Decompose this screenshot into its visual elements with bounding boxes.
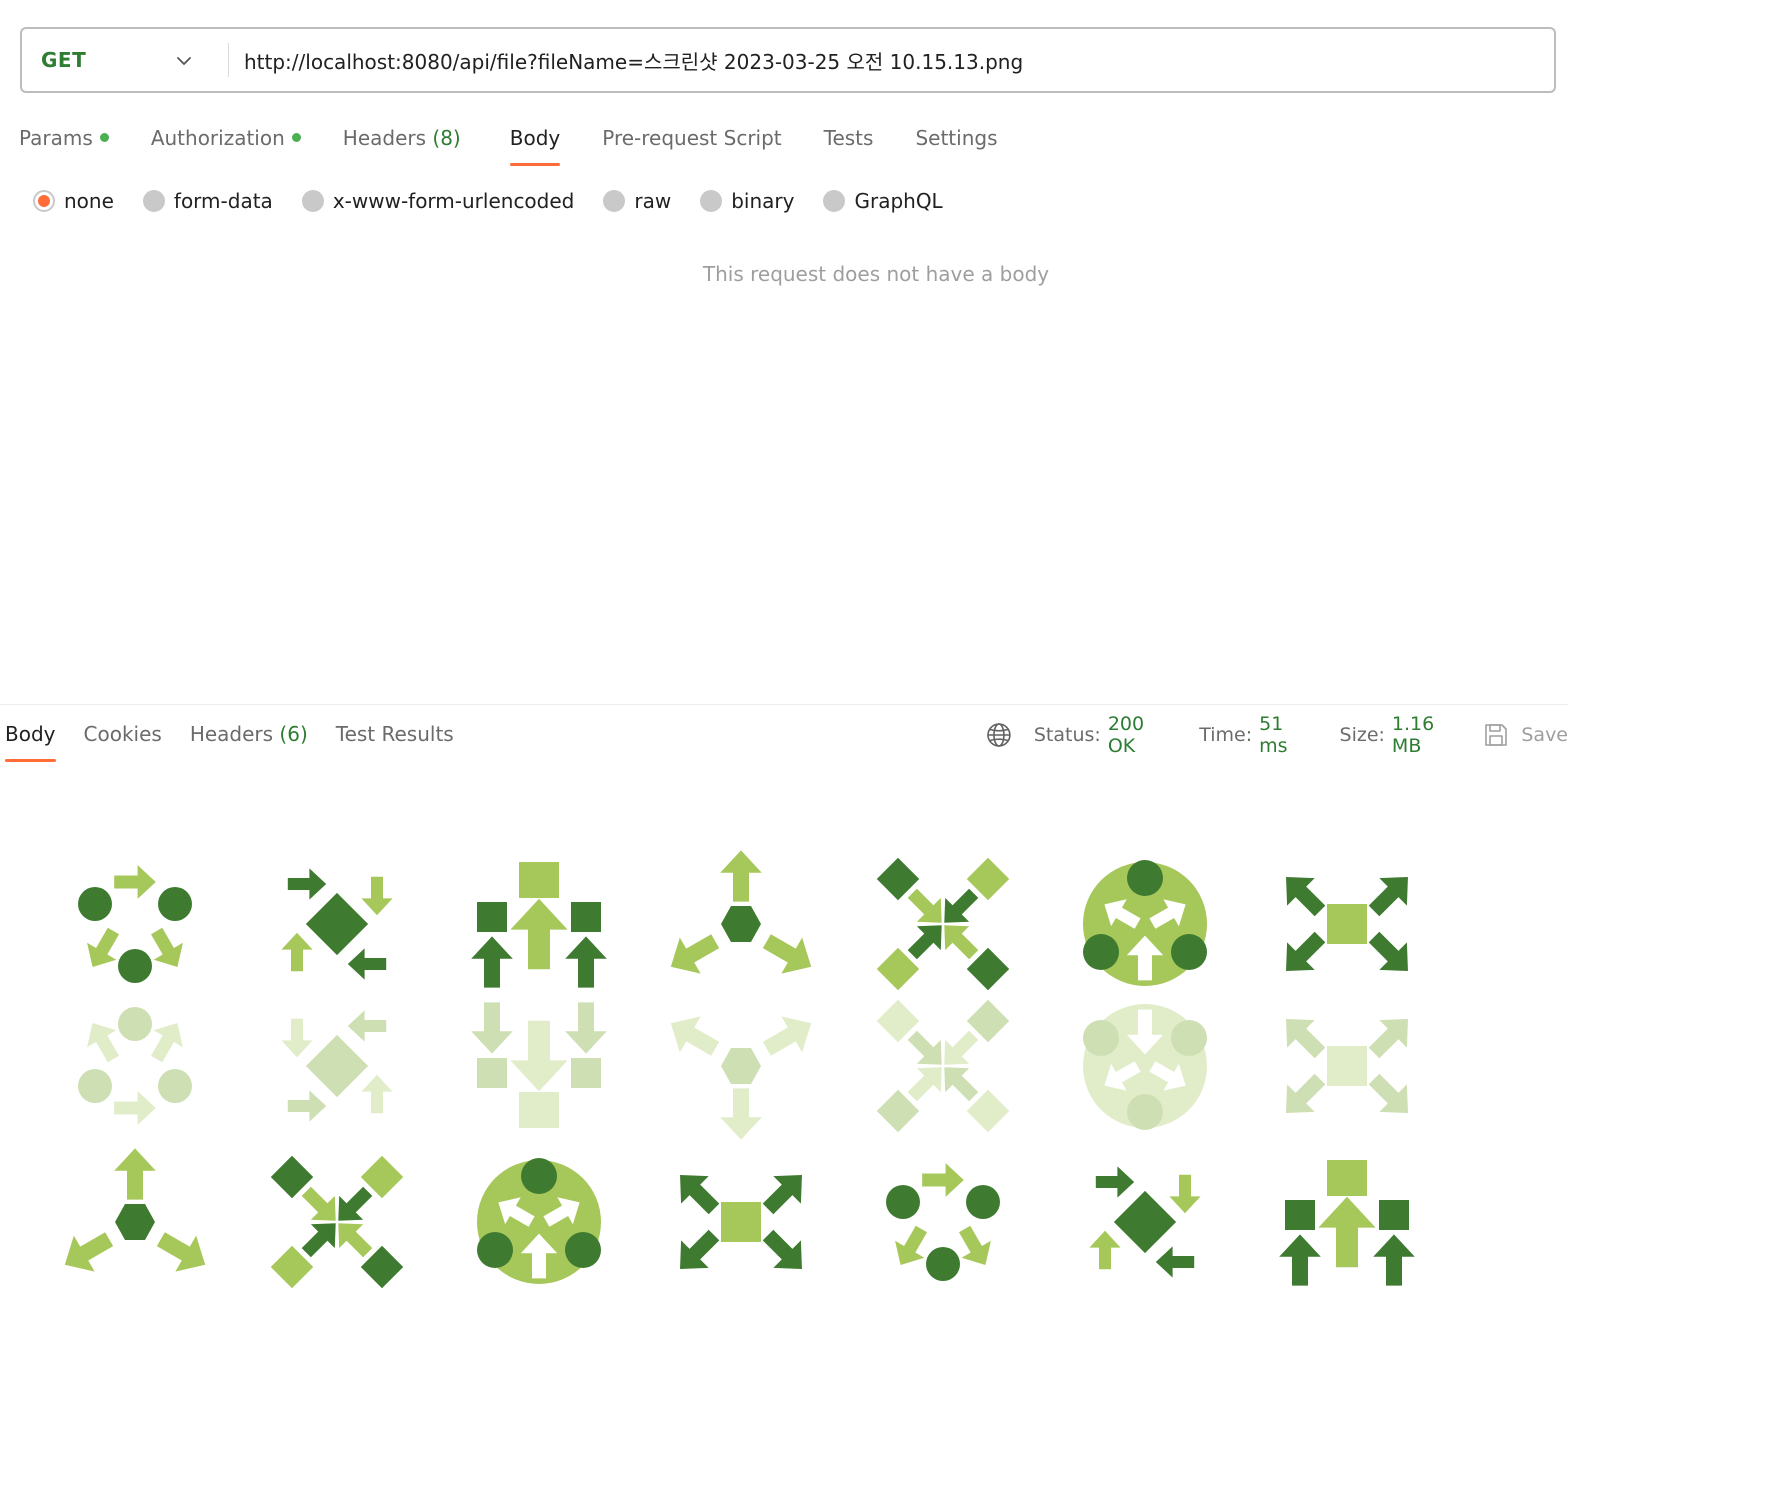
tab-label: Tests: [823, 126, 874, 150]
time-value: 51 ms: [1259, 713, 1288, 757]
corner-arrows-icon: [1286, 877, 1408, 971]
corner-arrows-icon: [1286, 1019, 1408, 1113]
cycle-arrows-icon: [78, 1007, 192, 1125]
response-tab-headers[interactable]: Headers (6): [190, 718, 308, 762]
response-tab-test-results[interactable]: Test Results: [336, 718, 454, 762]
cycle-arrows-icon: [64, 1148, 206, 1272]
split-arrows-icon: [680, 1175, 802, 1269]
exchange-arrows-icon: [281, 1010, 393, 1122]
circle-arrows-icon: [1083, 1004, 1207, 1130]
response-tab-cookies[interactable]: Cookies: [84, 718, 162, 762]
globe-icon[interactable]: [986, 722, 1012, 748]
distribute-arrows-icon: [477, 1158, 601, 1284]
empty-body-message: This request does not have a body: [702, 262, 1050, 286]
radio-binary[interactable]: binary: [700, 189, 794, 213]
radio-label: GraphQL: [854, 189, 943, 213]
tab-label: Headers: [189, 722, 274, 746]
exchange-arrows-icon: [270, 1155, 404, 1289]
tab-authorization[interactable]: Authorization: [151, 122, 301, 166]
save-icon: [1485, 724, 1508, 746]
converge-arrows-icon: [876, 999, 1010, 1133]
request-url-bar: GET: [20, 27, 1556, 93]
size-label: Size:: [1339, 724, 1385, 746]
radio-label: x-www-form-urlencoded: [332, 189, 575, 213]
radio-circle: [700, 190, 723, 212]
tab-label: Params: [19, 126, 93, 150]
body-type-radio-group: none form-data x-www-form-urlencoded raw…: [33, 184, 972, 218]
save-response-button[interactable]: Save: [1483, 722, 1568, 748]
tab-label: Body: [5, 722, 56, 746]
converge-arrows-icon: [876, 857, 1010, 991]
radio-circle: [301, 190, 324, 212]
response-tabs: Body Cookies Headers (6) Test Results: [5, 718, 454, 762]
size-value: 1.16 MB: [1391, 713, 1435, 757]
radio-label: binary: [731, 189, 795, 213]
response-image-preview: [22, 776, 1502, 1302]
params-indicator-dot: [99, 133, 109, 142]
tab-label: Pre-request Script: [602, 126, 782, 150]
radio-label: none: [64, 189, 114, 213]
circle-arrows-icon: [1089, 1166, 1201, 1278]
response-tab-body[interactable]: Body: [5, 718, 56, 762]
split-arrows-icon: [670, 1016, 812, 1140]
save-label: Save: [1521, 724, 1568, 746]
tab-label: Headers: [342, 126, 427, 150]
time-label: Time:: [1199, 724, 1253, 746]
tab-label: Cookies: [83, 722, 162, 746]
tab-headers[interactable]: Headers (8): [343, 122, 461, 166]
radio-form-data[interactable]: form-data: [142, 189, 273, 213]
radio-raw[interactable]: raw: [603, 189, 671, 213]
response-meta: Status: 200 OK Time: 51 ms Size: 1.16 MB Sa…: [986, 713, 1568, 757]
tab-label: Settings: [915, 126, 998, 150]
converge-arrows-icon: [886, 1163, 1000, 1281]
radio-circle: [142, 190, 165, 212]
status-label: Status:: [1033, 724, 1101, 746]
tab-label: Test Results: [335, 722, 454, 746]
split-arrows-icon: [670, 850, 812, 974]
request-tabs: Params Authorization Headers (8) Body Pr…: [19, 122, 997, 166]
cycle-arrows-icon: [78, 865, 192, 983]
radio-label: form-data: [173, 189, 273, 213]
method-label: GET: [41, 48, 87, 72]
tab-pre-request-script[interactable]: Pre-request Script: [602, 122, 781, 166]
circle-arrows-icon: [1083, 860, 1207, 986]
distribute-arrows-icon: [471, 1002, 607, 1128]
exchange-arrows-icon: [281, 868, 393, 980]
image-preview-canvas: [64, 850, 1415, 1289]
tab-label: Authorization: [150, 126, 285, 150]
tab-label: Body: [509, 126, 561, 150]
radio-none[interactable]: none: [33, 189, 114, 213]
response-headers-count: (6): [279, 722, 308, 746]
tab-params[interactable]: Params: [19, 122, 109, 166]
radio-circle: [603, 190, 626, 212]
radio-graphql[interactable]: GraphQL: [823, 189, 943, 213]
radio-circle: [33, 190, 55, 212]
tab-settings[interactable]: Settings: [915, 122, 997, 166]
headers-count: (8): [432, 126, 461, 150]
distribute-arrows-icon: [471, 862, 607, 988]
tab-tests[interactable]: Tests: [824, 122, 874, 166]
response-divider: [0, 704, 1568, 705]
chevron-down-icon: [177, 57, 191, 65]
authorization-indicator-dot: [291, 133, 301, 142]
url-input[interactable]: [229, 28, 1554, 92]
radio-x-www-form-urlencoded[interactable]: x-www-form-urlencoded: [301, 189, 575, 213]
method-select[interactable]: GET: [22, 29, 228, 91]
tab-body[interactable]: Body: [509, 122, 561, 166]
radio-circle: [823, 190, 846, 212]
corner-arrows-icon: [1279, 1160, 1415, 1286]
radio-label: raw: [634, 189, 672, 213]
status-value: 200 OK: [1107, 713, 1145, 757]
